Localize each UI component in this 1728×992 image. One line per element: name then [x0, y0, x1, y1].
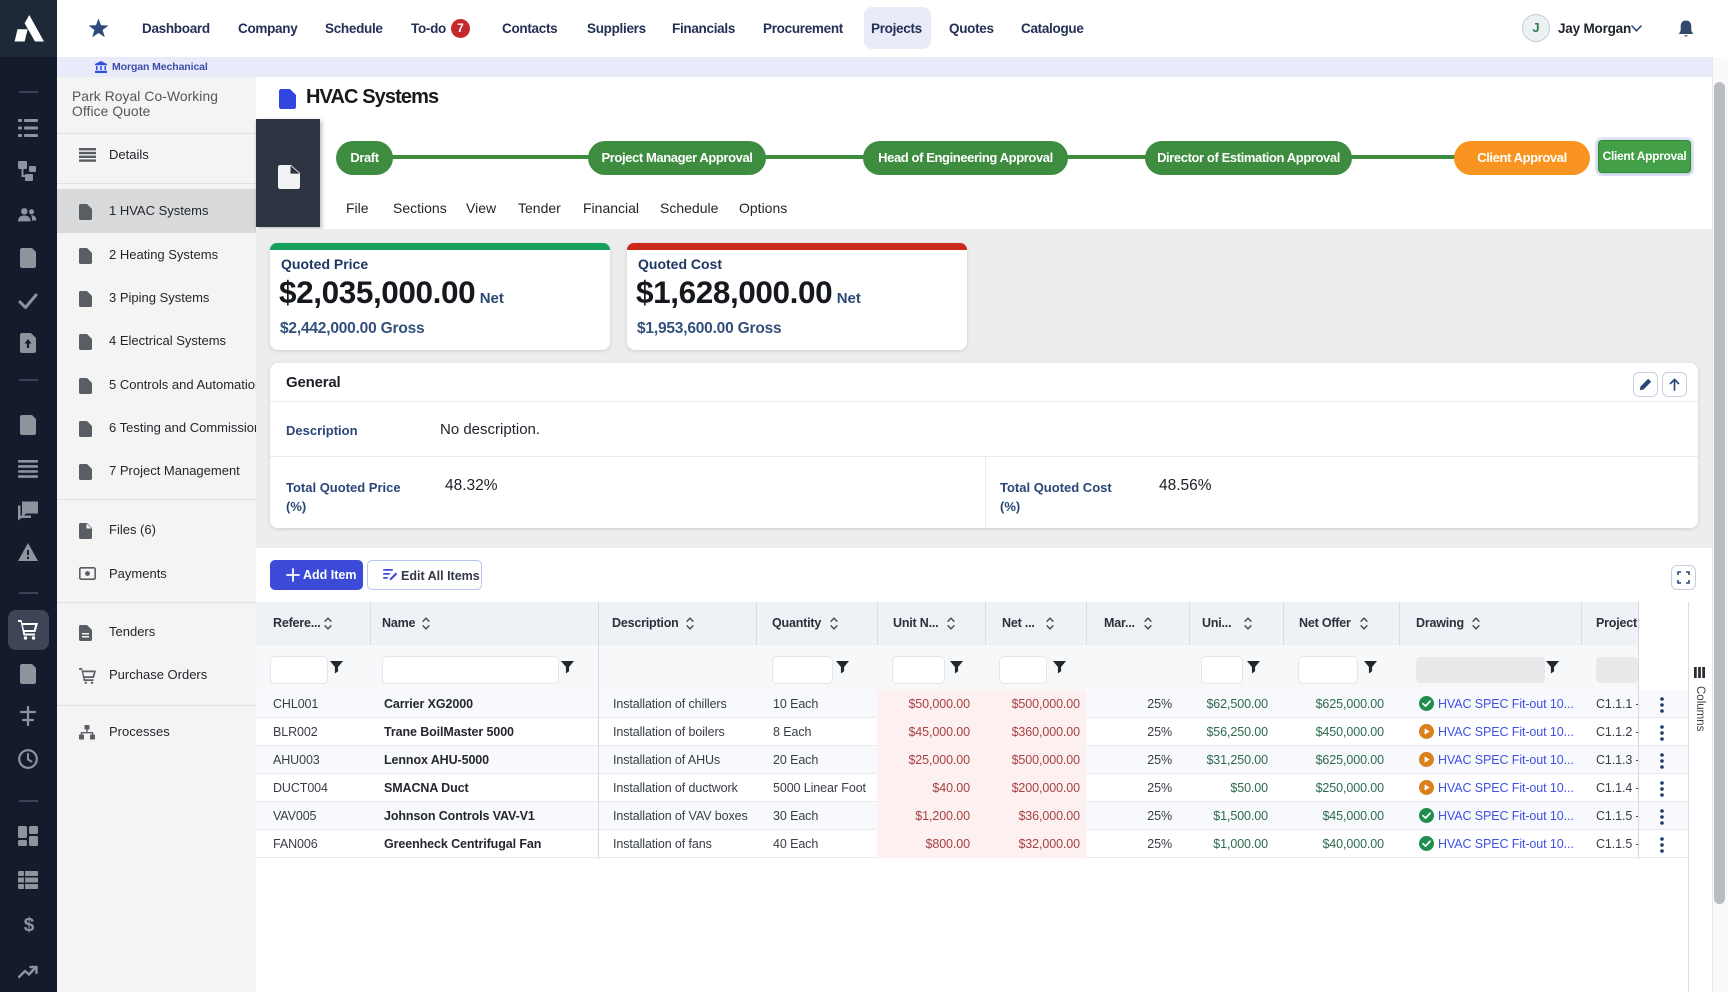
svg-text:$: $ [24, 915, 35, 935]
